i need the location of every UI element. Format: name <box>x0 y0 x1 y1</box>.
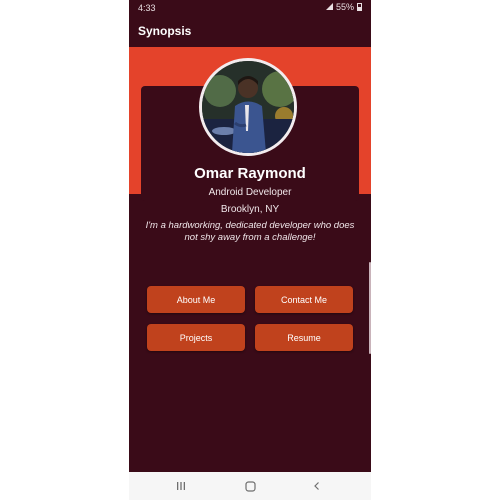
profile-bio: I'm a hardworking, dedicated developer w… <box>145 220 355 243</box>
profile-avatar <box>199 58 297 156</box>
home-icon[interactable] <box>235 472 265 500</box>
app-bar-title: Synopsis <box>138 24 192 38</box>
status-time: 4:33 <box>138 3 156 13</box>
battery-icon <box>357 3 362 11</box>
profile-location: Brooklyn, NY <box>220 204 280 215</box>
system-nav-bar <box>129 472 371 500</box>
back-icon[interactable] <box>302 472 332 500</box>
phone-screen: 4:33 55% Synopsis Omar Raymond Android D… <box>129 0 371 500</box>
signal-icon <box>325 2 333 12</box>
resume-button[interactable]: Resume <box>255 324 353 351</box>
recents-icon[interactable] <box>166 472 196 500</box>
scroll-indicator[interactable] <box>369 262 371 354</box>
status-indicators: 55% <box>325 2 362 12</box>
profile-role: Android Developer <box>208 187 292 198</box>
contact-me-button[interactable]: Contact Me <box>255 286 353 313</box>
profile-name: Omar Raymond <box>194 165 306 182</box>
projects-button[interactable]: Projects <box>147 324 245 351</box>
battery-percent: 55% <box>335 2 354 12</box>
status-bar: 4:33 55% <box>129 0 371 14</box>
about-me-button[interactable]: About Me <box>147 286 245 313</box>
